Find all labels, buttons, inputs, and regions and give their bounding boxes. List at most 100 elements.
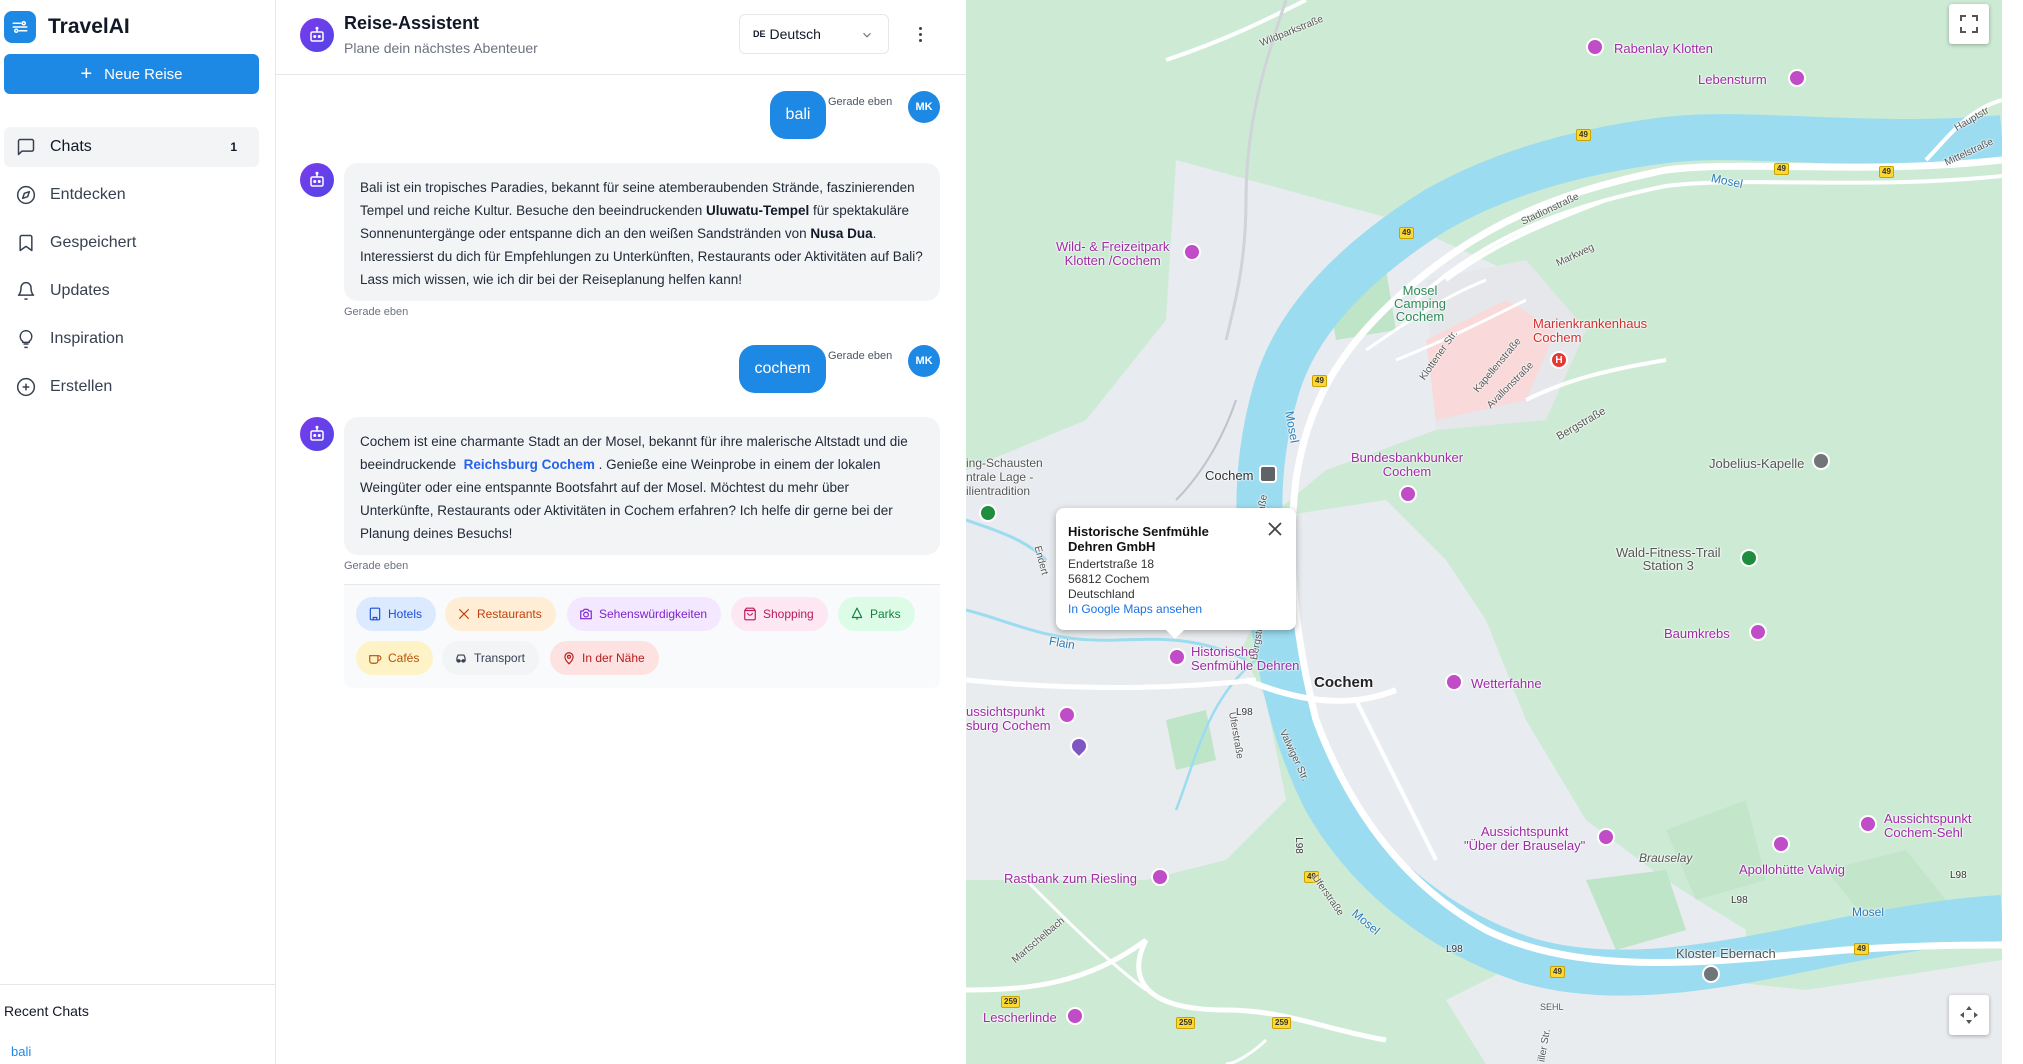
poi-pin-icon[interactable] [1859,815,1877,833]
poi-label[interactable]: Wald-Fitness-Trail Station 3 [1616,546,1721,572]
scrollbar[interactable] [2002,0,2023,1064]
chip-shopping[interactable]: Shopping [731,597,828,631]
poi-pin-icon[interactable] [1183,243,1201,261]
highlight-text: Uluwatu-Tempel [705,203,810,218]
camera-control-button[interactable] [1949,995,1989,1035]
close-icon[interactable] [1268,522,1282,536]
route-shield-49: 49 [1312,375,1327,387]
new-trip-button[interactable]: + Neue Reise [4,54,259,94]
poi-pin-icon[interactable] [1597,828,1615,846]
poi-label[interactable]: Lescherlinde [983,1010,1057,1025]
route-shield-259: 259 [1272,1017,1292,1029]
user-avatar: MK [908,91,940,123]
sidebar-item-updates[interactable]: Updates [4,271,259,311]
chip-transport[interactable]: Transport [442,641,539,675]
sidebar-item-label: Erstellen [50,378,113,395]
chip-hotels[interactable]: Hotels [356,597,437,631]
poi-pin-icon[interactable] [1168,648,1186,666]
poi-pin-icon[interactable] [1749,623,1767,641]
district-label: SEHL [1540,1002,1564,1012]
language-flag: DE [753,29,766,39]
bot-avatar-icon [300,163,334,197]
recent-chat-item[interactable]: bali [11,1044,31,1059]
chat-subtitle: Plane dein nächstes Abenteuer [344,40,538,56]
poi-label[interactable]: Apollohütte Valwig [1739,862,1845,877]
poi-label[interactable]: Rastbank zum Riesling [1004,871,1137,886]
chip-sehenswuerdigkeiten[interactable]: Sehenswürdigkeiten [567,597,722,631]
brand-name: TravelAI [48,15,130,38]
message-timestamp: Gerade eben [344,306,409,318]
chip-cafes[interactable]: Cafés [356,641,434,675]
fullscreen-button[interactable] [1949,4,1989,44]
poi-label[interactable]: Historische Senfmühle Dehren [1191,645,1299,673]
sidebar-item-label: Inspiration [50,330,124,347]
info-window-city: 56812 Cochem [1068,572,1150,586]
coffee-icon [369,655,382,664]
poi-label[interactable]: Lebensturm [1698,72,1767,87]
sidebar-item-label: Entdecken [50,186,126,203]
chat-header: Reise-Assistent Plane dein nächstes Aben… [276,0,966,75]
brand[interactable]: TravelAI [4,11,130,43]
language-select[interactable]: DE Deutsch [739,14,889,54]
brand-logo-icon [4,11,36,43]
plus-circle-icon [16,377,36,397]
chip-label: Shopping [763,607,814,621]
sidebar-item-erstellen[interactable]: Erstellen [4,367,259,407]
message-timestamp: Gerade eben [828,350,893,362]
sidebar-item-gespeichert[interactable]: Gespeichert [4,223,259,263]
tree-icon [851,607,863,620]
poi-label[interactable]: ing-Schausten ntrale Lage - ilientraditi… [966,456,1043,498]
poi-label[interactable]: Mosel Camping Cochem [1394,284,1446,323]
poi-pin-icon[interactable] [1066,1007,1084,1025]
poi-pin-icon[interactable] [1151,868,1169,886]
sidebar-item-entdecken[interactable]: Entdecken [4,175,259,215]
sidebar-item-inspiration[interactable]: Inspiration [4,319,259,359]
poi-label[interactable]: Jobelius-Kapelle [1709,456,1804,471]
route-shield-259: 259 [1176,1017,1196,1029]
category-chips: Hotels Restaurants Sehenswürdigkeiten Sh… [344,584,940,688]
bookmark-icon [19,234,33,252]
church-icon[interactable] [1812,452,1830,470]
train-station-icon[interactable] [1259,465,1277,483]
poi-label[interactable]: Baumkrebs [1664,626,1730,641]
church-icon[interactable] [1702,965,1720,983]
poi-label[interactable]: Wetterfahne [1471,676,1542,691]
river-label: Mosel [1852,905,1885,919]
place-link[interactable]: Reichsburg Cochem [464,457,595,472]
poi-pin-icon[interactable] [1788,69,1806,87]
map-view[interactable]: 49 49 49 49 49 49 49 49 259 259 259 Wild… [966,0,2002,1064]
chip-label: Restaurants [477,607,542,621]
sidebar-nav: Chats 1 Entdecken Gespeichert Updates In… [4,127,259,415]
chevron-down-icon [863,32,871,38]
lightbulb-icon [19,329,33,349]
poi-label[interactable]: Aussichtspunkt Cochem-Sehl [1884,812,1971,840]
poi-pin-icon[interactable] [1058,706,1076,724]
poi-label[interactable]: Wild- & Freizeitpark Klotten /Cochem [1056,240,1169,268]
chip-parks[interactable]: Parks [838,597,915,631]
poi-label[interactable]: Kloster Ebernach [1676,946,1776,961]
sidebar-item-chats[interactable]: Chats 1 [4,127,259,167]
poi-label[interactable]: Cochem [1205,468,1253,483]
poi-label[interactable]: Marienkrankenhaus Cochem [1533,317,1647,345]
poi-label[interactable]: Aussichtspunkt "Über der Brauselay" [1464,825,1585,853]
user-avatar: MK [908,345,940,377]
poi-label[interactable]: ussichtspunkt sburg Cochem [966,705,1051,733]
open-in-google-maps-link[interactable]: In Google Maps ansehen [1068,602,1284,617]
hospital-icon[interactable]: H [1550,351,1568,369]
message-timestamp: Gerade eben [828,96,893,108]
tree-icon[interactable] [979,504,997,522]
poi-pin-icon[interactable] [1586,38,1604,56]
poi-pin-icon[interactable] [1740,549,1758,567]
user-message-bubble: bali [770,91,826,139]
more-options-button[interactable] [912,22,928,46]
chip-restaurants[interactable]: Restaurants [445,597,556,631]
poi-label[interactable]: Bundesbankbunker Cochem [1351,451,1463,479]
poi-pin-icon[interactable] [1399,485,1417,503]
user-message-bubble: cochem [739,345,826,393]
route-shield-49: 49 [1576,129,1591,141]
chip-in-der-naehe[interactable]: In der Nähe [550,641,659,675]
poi-pin-icon[interactable] [1445,673,1463,691]
chat-panel: Reise-Assistent Plane dein nächstes Aben… [276,0,966,1064]
poi-pin-icon[interactable] [1772,835,1790,853]
poi-label[interactable]: Rabenlay Klotten [1614,41,1713,56]
